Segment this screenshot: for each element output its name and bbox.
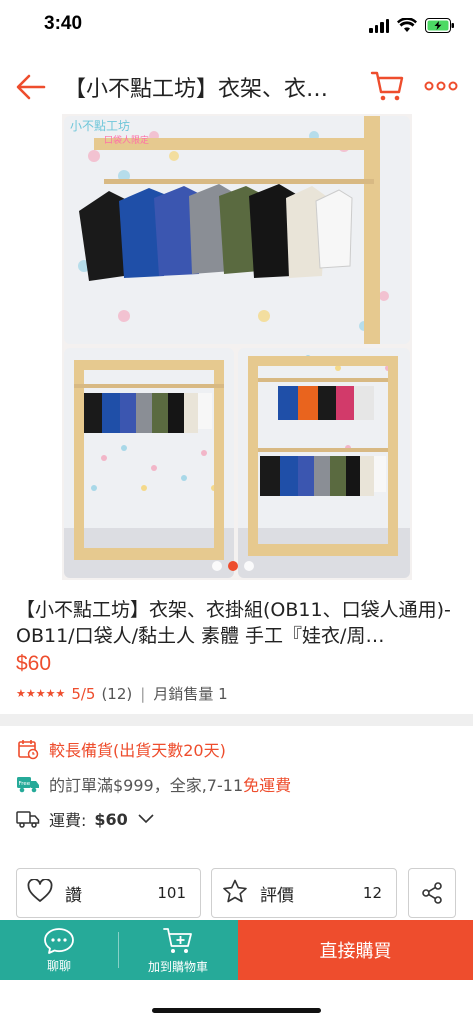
free-shipping-condition: 的訂單滿$999，全家,7-11 bbox=[49, 776, 244, 795]
like-label: 讚 bbox=[65, 885, 82, 906]
product-photo-rack-front bbox=[64, 348, 234, 578]
calendar-clock-icon bbox=[16, 738, 40, 760]
product-page: 3:40 【小不點工坊】衣架、衣… 小不點工坊 口袋人限定 【小不點工坊】衣架、… bbox=[0, 0, 473, 1024]
signal-icon bbox=[369, 18, 389, 33]
preparation-time-text: 較長備貨(出貨天數20天) bbox=[49, 741, 226, 760]
add-cart-icon bbox=[163, 927, 192, 953]
shipping-fee-row[interactable]: 運費: $60 bbox=[16, 807, 154, 831]
chat-bubble-icon bbox=[44, 927, 74, 954]
rating-value: 5/5 bbox=[71, 684, 96, 703]
carousel-dot[interactable] bbox=[244, 561, 254, 571]
free-shipping-truck-icon: Free bbox=[16, 773, 40, 795]
heart-icon bbox=[27, 878, 53, 907]
free-shipping-label: 免運費 bbox=[243, 776, 292, 795]
share-icon bbox=[422, 882, 442, 904]
like-count: 101 bbox=[157, 884, 186, 902]
status-icons bbox=[369, 18, 455, 33]
star-icon bbox=[222, 879, 248, 907]
add-to-cart-label: 加到購物車 bbox=[147, 959, 208, 974]
preparation-time-row: 較長備貨(出貨天數20天) bbox=[16, 737, 226, 761]
review-label: 評價 bbox=[260, 885, 294, 906]
rating-count: (12) bbox=[101, 684, 133, 703]
free-shipping-row: Free 的訂單滿$999，全家,7-11 免運費 bbox=[16, 772, 291, 796]
watermark-subtext: 口袋人限定 bbox=[104, 136, 150, 146]
share-button[interactable] bbox=[408, 868, 456, 918]
like-button[interactable]: 讚 101 bbox=[16, 868, 201, 918]
status-bar: 3:40 bbox=[0, 0, 473, 48]
cart-icon bbox=[370, 71, 404, 101]
product-title: 【小不點工坊】衣架、衣掛組(OB11、口袋人通用)- OB11/口袋人/黏土人 … bbox=[16, 599, 451, 647]
more-button[interactable] bbox=[424, 78, 458, 92]
monthly-sales: 月銷售量 1 bbox=[153, 685, 228, 703]
svg-text:Free: Free bbox=[19, 781, 31, 787]
truck-icon bbox=[16, 808, 40, 830]
home-indicator[interactable] bbox=[152, 1008, 321, 1013]
bottom-action-bar: 聊聊 加到購物車 直接購買 bbox=[0, 920, 473, 980]
back-button[interactable] bbox=[14, 70, 48, 104]
top-nav-bar: 【小不點工坊】衣架、衣… bbox=[0, 56, 473, 118]
rating-row[interactable]: ★★★★★ 5/5 (12) | 月銷售量 1 bbox=[16, 683, 228, 704]
review-count: 12 bbox=[362, 884, 382, 902]
star-rating-icon: ★★★★★ bbox=[16, 687, 66, 700]
product-image-carousel[interactable]: 小不點工坊 口袋人限定 bbox=[62, 114, 412, 580]
chevron-down-icon bbox=[138, 814, 154, 824]
add-to-cart-button[interactable]: 加到購物車 bbox=[118, 920, 238, 980]
product-photo-main: 小不點工坊 口袋人限定 bbox=[64, 116, 410, 344]
buy-now-button[interactable]: 直接購買 bbox=[238, 920, 473, 980]
product-photo-rack-double bbox=[238, 348, 410, 578]
shipping-fee-value: $60 bbox=[94, 809, 128, 829]
watermark-text: 小不點工坊 bbox=[70, 119, 131, 133]
separator: | bbox=[140, 684, 146, 703]
wifi-icon bbox=[397, 18, 417, 32]
battery-charging-icon bbox=[425, 18, 454, 33]
more-icon bbox=[424, 81, 458, 91]
shipping-fee-label: 運費: bbox=[49, 811, 87, 830]
back-arrow-icon bbox=[16, 74, 46, 100]
carousel-indicator bbox=[212, 561, 254, 571]
review-button[interactable]: 評價 12 bbox=[211, 868, 397, 918]
carousel-dot-active[interactable] bbox=[228, 561, 238, 571]
cart-button[interactable] bbox=[370, 68, 406, 104]
status-time: 3:40 bbox=[44, 13, 83, 34]
header-title: 【小不點工坊】衣架、衣… bbox=[64, 77, 329, 102]
section-divider bbox=[0, 714, 473, 726]
product-price: $60 bbox=[16, 652, 52, 675]
chat-button[interactable]: 聊聊 bbox=[0, 920, 118, 980]
chat-label: 聊聊 bbox=[46, 958, 71, 973]
carousel-dot[interactable] bbox=[212, 561, 222, 571]
